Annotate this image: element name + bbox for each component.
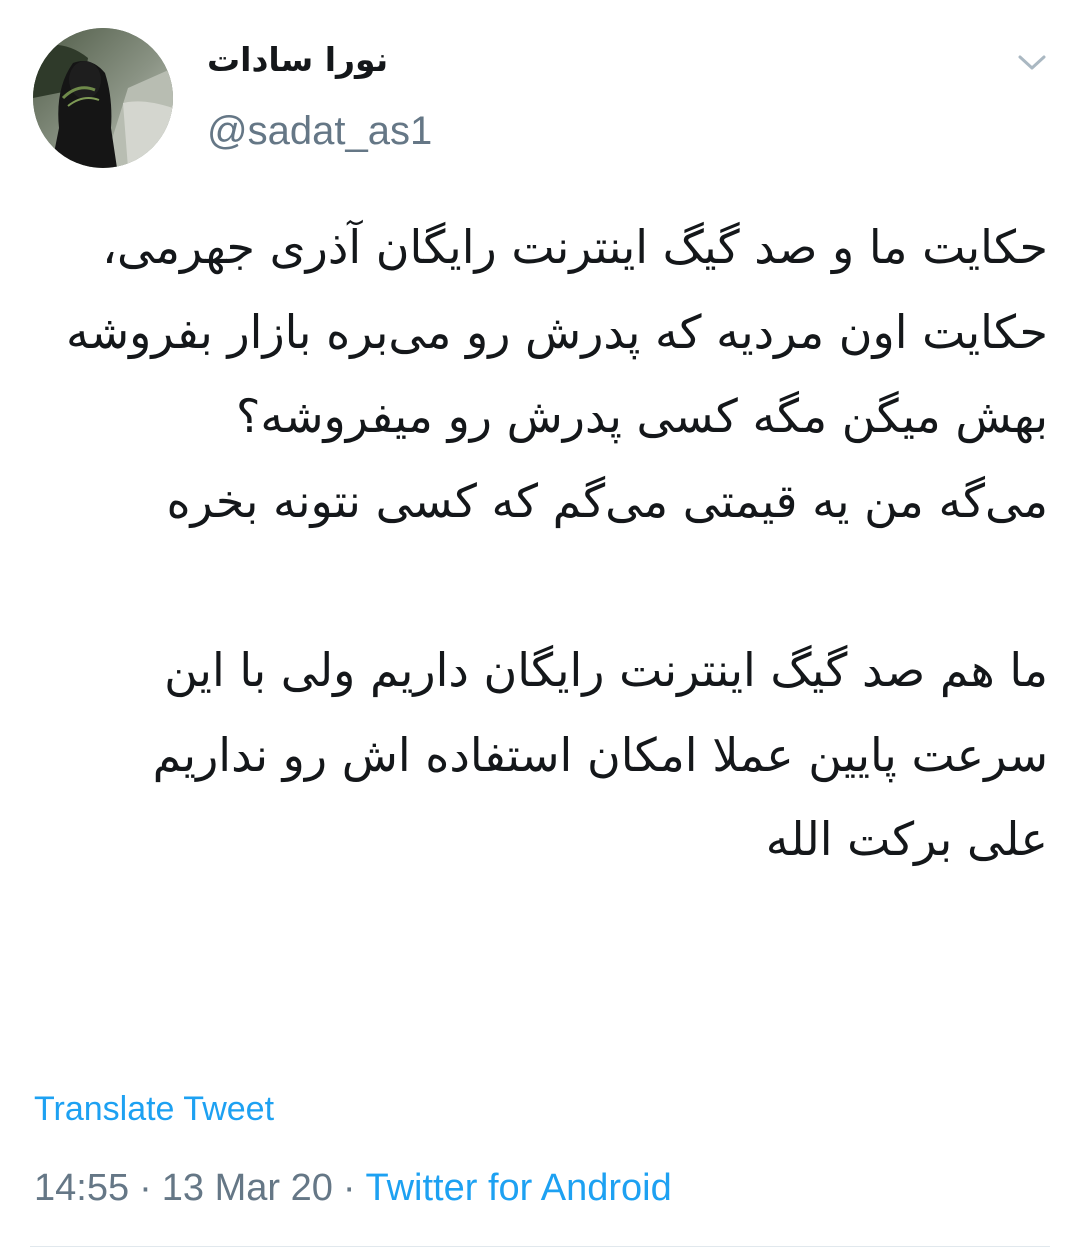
user-avatar[interactable] bbox=[33, 28, 173, 168]
tweet-text: حکایت ما و صد گیگ اینترنت رایگان آذری جه… bbox=[65, 220, 1048, 867]
separator: · bbox=[139, 1167, 152, 1209]
separator: · bbox=[342, 1167, 356, 1209]
tweet-card: نورا سادات @sadat_as1 حکایت ما و صد گیگ … bbox=[0, 0, 1080, 1259]
avatar-photo bbox=[33, 28, 173, 168]
divider bbox=[30, 1246, 1050, 1247]
tweet-time: 14:55 bbox=[34, 1167, 130, 1209]
user-handle[interactable]: @sadat_as1 bbox=[207, 107, 432, 155]
tweet-date: 13 Mar 20 bbox=[161, 1167, 333, 1209]
chevron-down-icon[interactable] bbox=[1012, 46, 1052, 80]
display-name[interactable]: نورا سادات bbox=[207, 38, 388, 82]
translate-tweet-link[interactable]: Translate Tweet bbox=[34, 1088, 274, 1130]
tweet-source-link[interactable]: Twitter for Android bbox=[366, 1167, 672, 1209]
tweet-metadata: 14:55 · 13 Mar 20 · Twitter for Android bbox=[34, 1164, 672, 1212]
